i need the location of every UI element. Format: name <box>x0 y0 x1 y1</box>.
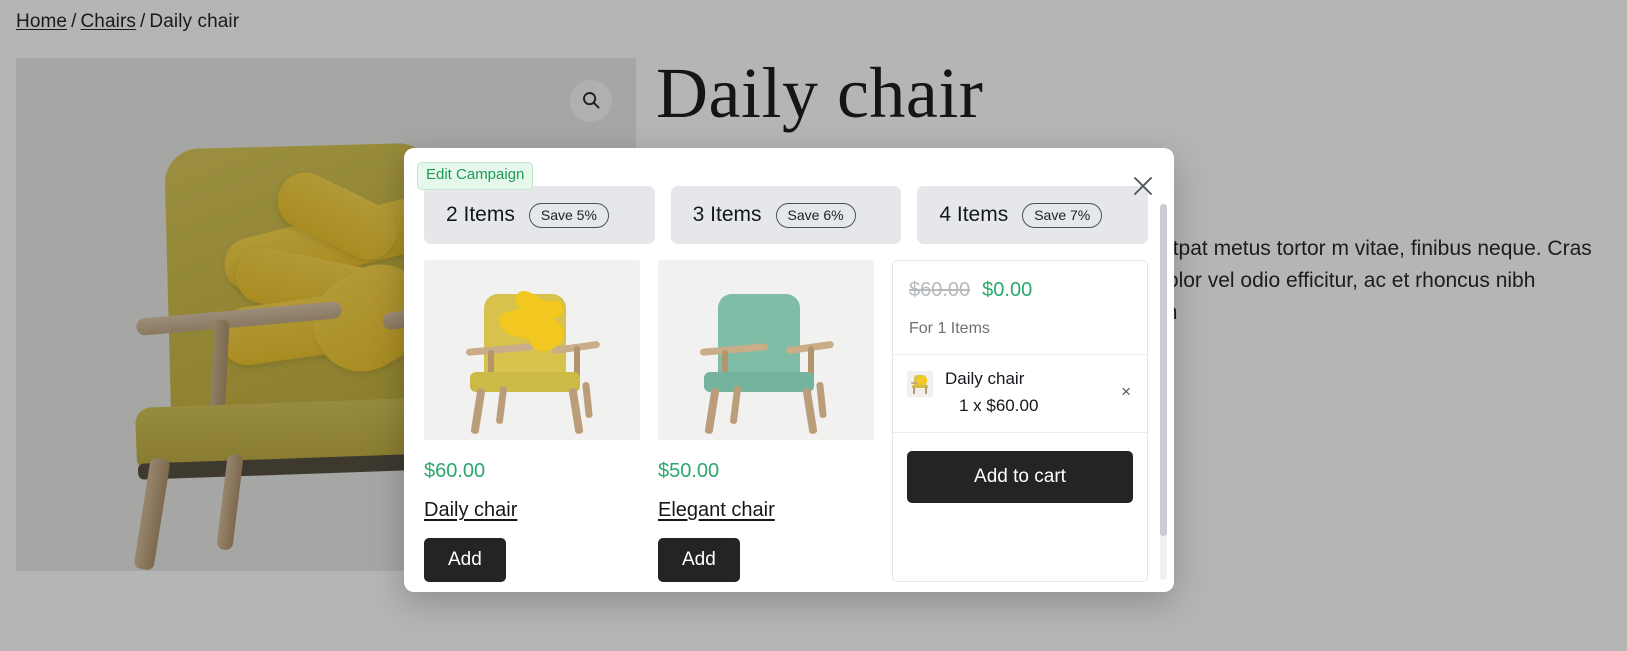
modal-content: 2 Items Save 5% 3 Items Save 6% 4 Items … <box>404 148 1174 592</box>
tier-tab-3-items[interactable]: 3 Items Save 6% <box>670 186 902 244</box>
original-price: $60.00 <box>909 279 971 301</box>
product-name-link[interactable]: Elegant chair <box>658 499 775 522</box>
price-row: $60.00 $0.00 <box>909 279 1131 302</box>
product-card-elegant-chair: $50.00 Elegant chair Add <box>658 260 874 582</box>
product-price: $60.00 <box>424 460 486 482</box>
product-price: $50.00 <box>658 460 720 482</box>
tier-save-badge: Save 5% <box>528 202 609 228</box>
product-card-image-elegant-chair[interactable] <box>658 260 874 440</box>
tier-label: 2 Items <box>446 203 515 226</box>
close-icon <box>1131 174 1155 201</box>
tier-label: 3 Items <box>692 203 762 226</box>
tier-save-badge: Save 6% <box>775 202 856 228</box>
remove-cart-item-button[interactable]: × <box>1121 383 1131 400</box>
summary-actions: Add to cart <box>893 433 1147 523</box>
product-card-daily-chair: $60.00 Daily chair Add <box>424 260 640 582</box>
discounted-price: $0.00 <box>982 279 1033 301</box>
cart-item-name: Daily chair <box>945 369 1025 388</box>
modal-scrollbar-thumb[interactable] <box>1160 204 1167 536</box>
tier-tab-list: 2 Items Save 5% 3 Items Save 6% 4 Items … <box>424 186 1149 244</box>
tier-label: 4 Items <box>939 203 1009 226</box>
cart-line-item: Daily chair 1 x $60.00 × <box>893 354 1147 433</box>
modal-scrollbar[interactable] <box>1160 204 1167 580</box>
cart-item-qty-price: 1 x $60.00 <box>959 396 1039 415</box>
close-modal-button[interactable] <box>1128 172 1158 202</box>
tier-save-badge: Save 7% <box>1022 202 1103 228</box>
product-card-image-daily-chair[interactable] <box>424 260 640 440</box>
cart-item-thumbnail <box>907 371 933 397</box>
cart-item-text: Daily chair 1 x $60.00 <box>945 369 1133 416</box>
green-chair-icon <box>658 260 874 440</box>
summary-pricing: $60.00 $0.00 For 1 Items <box>893 261 1147 354</box>
modal-body: $60.00 Daily chair Add $50.00 Elegant ch… <box>424 260 1148 582</box>
tier-tab-4-items[interactable]: 4 Items Save 7% <box>917 186 1149 244</box>
edit-campaign-button[interactable]: Edit Campaign <box>417 162 534 190</box>
add-to-cart-button[interactable]: Add to cart <box>907 451 1133 503</box>
add-product-button-elegant-chair[interactable]: Add <box>658 538 740 582</box>
yellow-knot-chair-icon <box>424 260 640 440</box>
add-product-button-daily-chair[interactable]: Add <box>424 538 506 582</box>
product-name-link[interactable]: Daily chair <box>424 499 517 522</box>
campaign-bundle-modal: Edit Campaign 2 Items Save 5% 3 Items Sa… <box>404 148 1174 592</box>
bundle-summary-panel: $60.00 $0.00 For 1 Items Daily chair 1 x… <box>892 260 1148 582</box>
tier-tab-2-items[interactable]: 2 Items Save 5% <box>424 186 655 244</box>
for-items-label: For 1 Items <box>909 320 990 337</box>
